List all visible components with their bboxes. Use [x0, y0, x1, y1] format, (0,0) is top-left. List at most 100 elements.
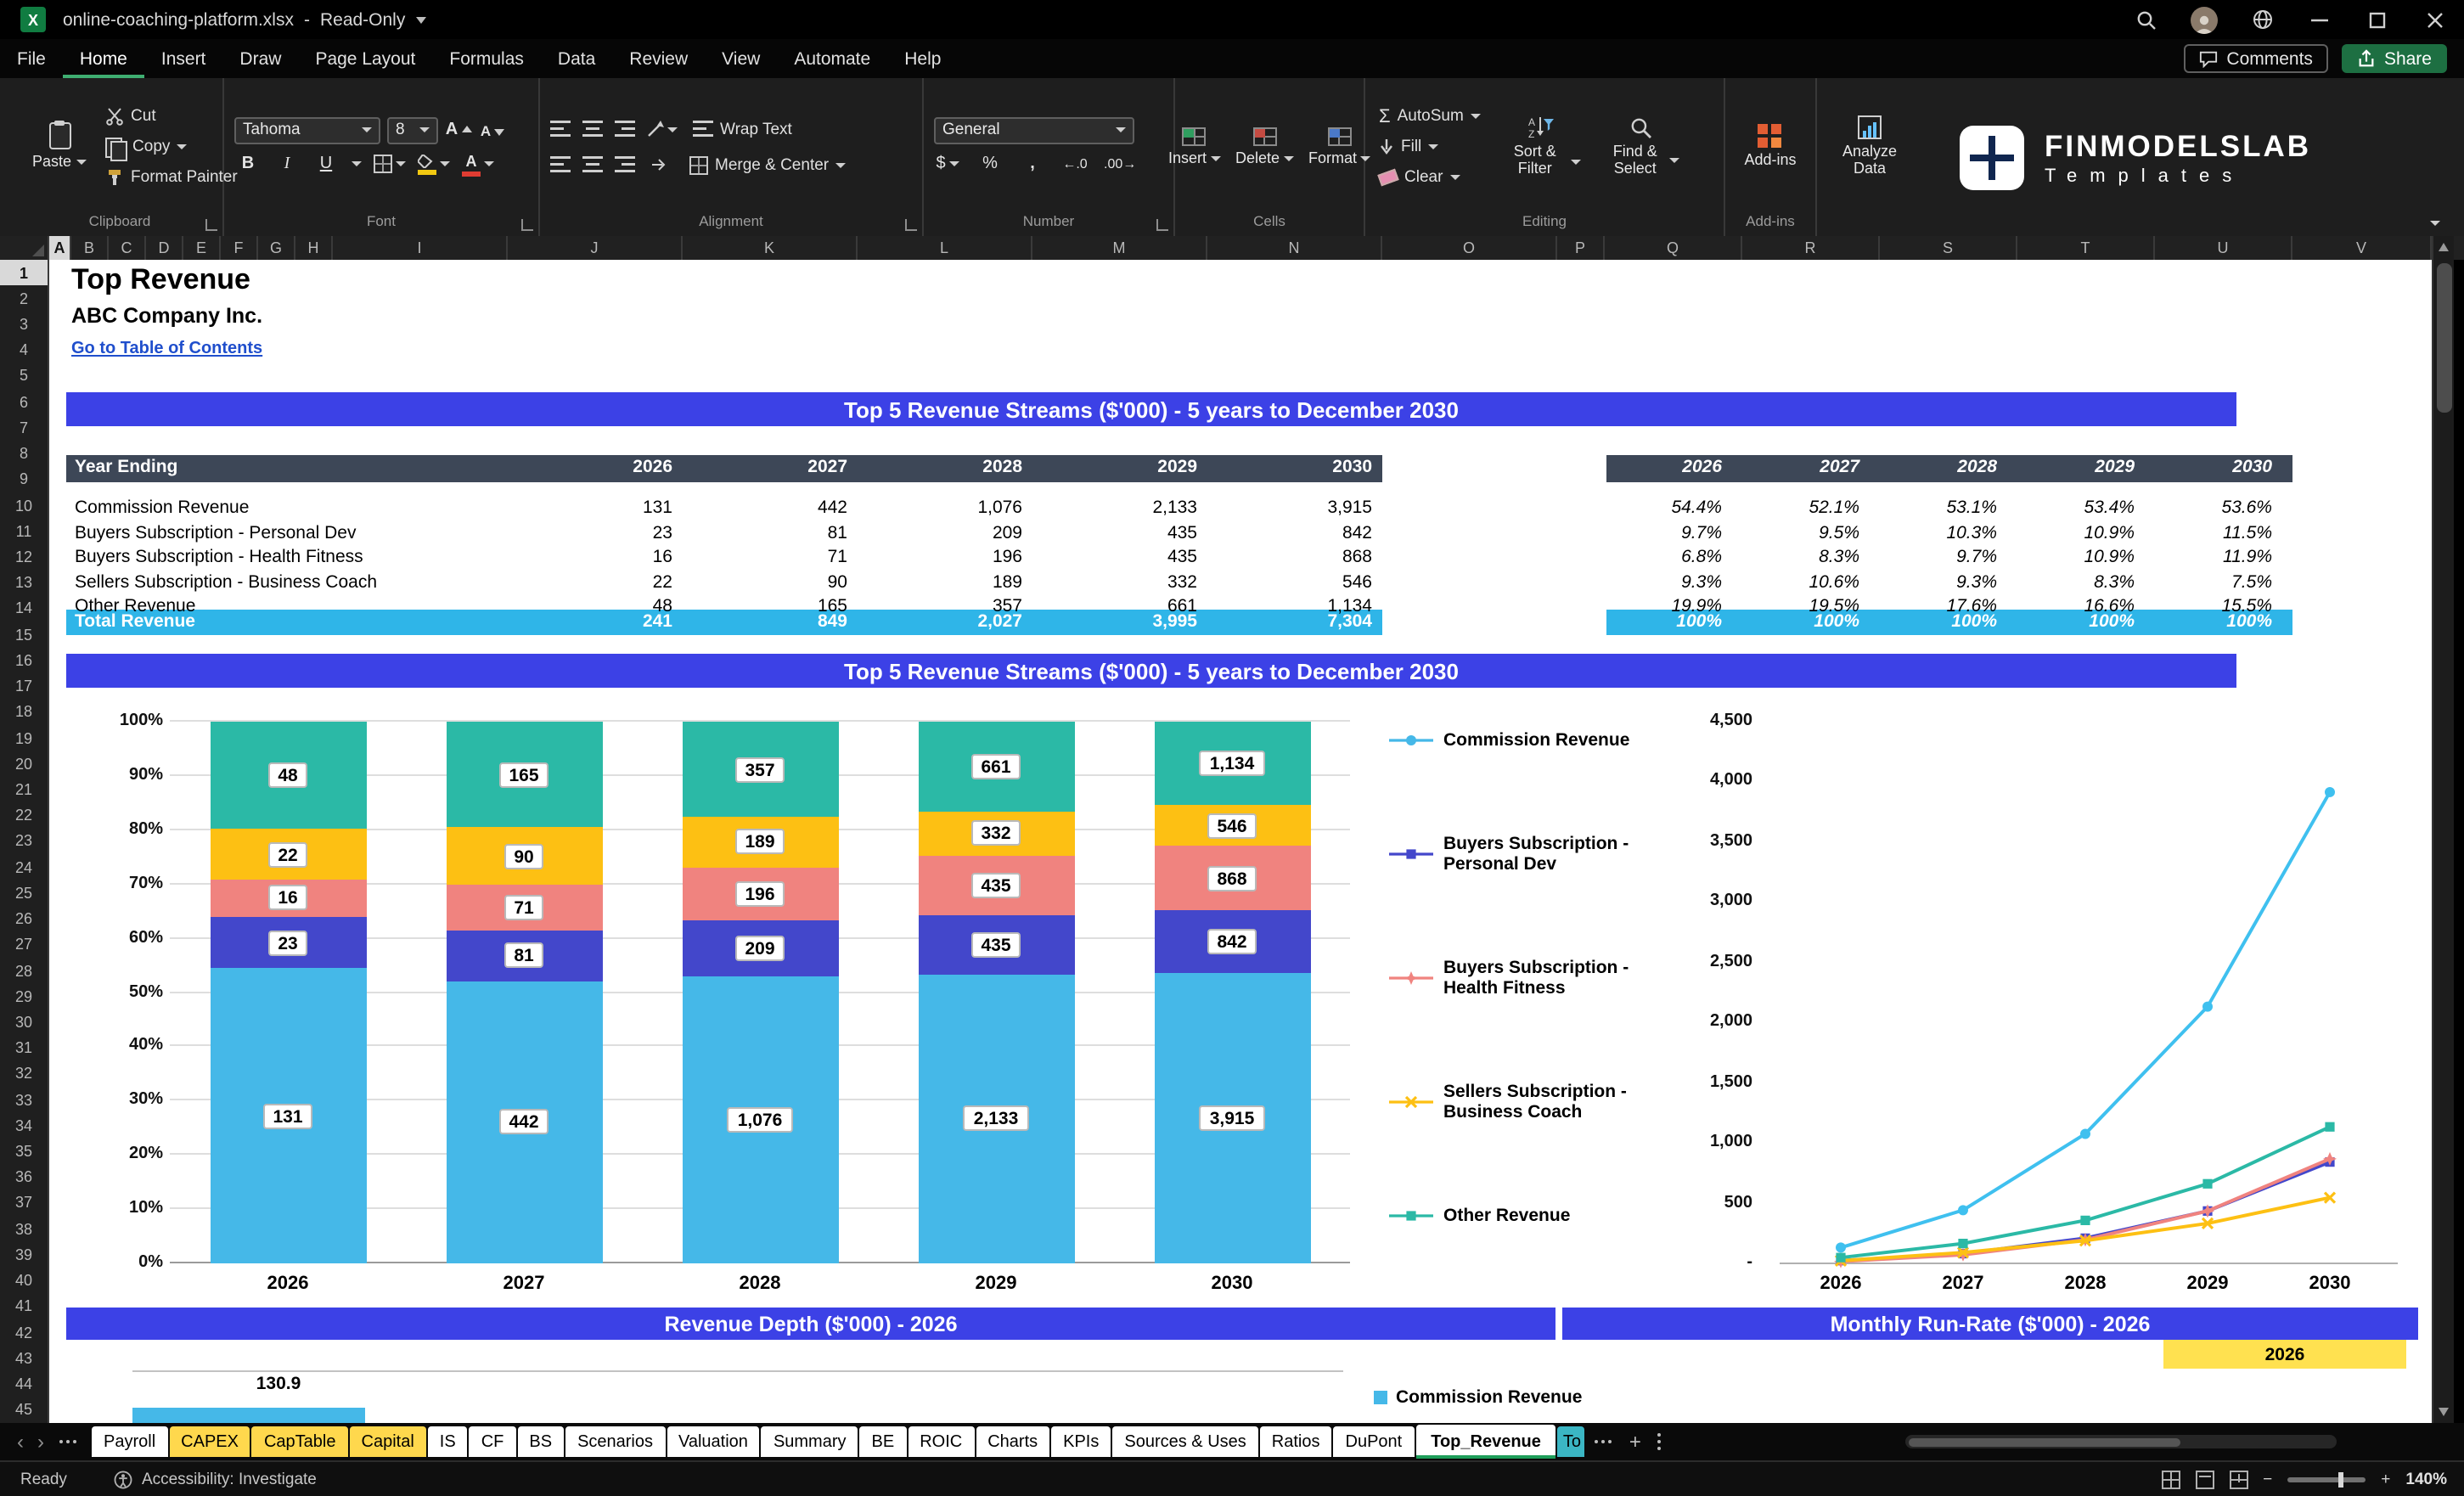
clear-button[interactable]: Clear — [1375, 163, 1484, 192]
column-header-A[interactable]: A — [49, 236, 71, 260]
revenue-value[interactable]: 868 — [1253, 547, 1372, 567]
row-header-5[interactable]: 5 — [0, 363, 48, 389]
pct-year-header[interactable]: 2027 — [1741, 457, 1859, 477]
font-size-combo[interactable]: 8 — [387, 116, 438, 143]
pct-value[interactable]: 19.9% — [1603, 596, 1722, 616]
new-sheet-button[interactable]: + — [1621, 1430, 1650, 1454]
row-header-17[interactable]: 17 — [0, 673, 48, 699]
row-header-23[interactable]: 23 — [0, 829, 48, 854]
analyze-data-button[interactable]: Analyze Data — [1827, 112, 1912, 182]
align-right-icon[interactable] — [615, 156, 635, 173]
revenue-value[interactable]: 442 — [729, 498, 847, 518]
pct-table-header[interactable]: 2026 2027 2028 2029 2030 — [1606, 455, 2292, 481]
sheet-title[interactable]: Top Revenue — [71, 263, 250, 297]
horizontal-scroll-thumb[interactable] — [1909, 1437, 2180, 1446]
column-header-B[interactable]: B — [71, 236, 109, 260]
row-header-6[interactable]: 6 — [0, 389, 48, 414]
percent-style-button[interactable]: % — [976, 150, 1004, 177]
column-header-K[interactable]: K — [683, 236, 858, 260]
revenue-value[interactable]: 189 — [903, 572, 1022, 593]
close-button[interactable] — [2406, 0, 2464, 39]
pct-value[interactable]: 53.4% — [2016, 498, 2135, 518]
sheet-tab-ratios[interactable]: Ratios — [1259, 1426, 1332, 1457]
copy-button[interactable]: Copy — [102, 132, 241, 161]
revenue-value[interactable]: 2,133 — [1078, 498, 1197, 518]
row-header-35[interactable]: 35 — [0, 1139, 48, 1164]
depth-banner[interactable]: Revenue Depth ($'000) - 2026 — [66, 1308, 1555, 1340]
ribbon-tab-file[interactable]: File — [0, 39, 63, 78]
ribbon-tab-help[interactable]: Help — [887, 39, 958, 78]
zoom-out-icon[interactable]: − — [2263, 1470, 2272, 1488]
sheet-tab-capex[interactable]: CAPEX — [169, 1426, 250, 1457]
number-format-combo[interactable]: General — [934, 116, 1134, 143]
sheet-tab-top-revenue[interactable]: Top_Revenue — [1415, 1425, 1556, 1459]
globe-icon[interactable] — [2233, 0, 2291, 39]
row-header-7[interactable]: 7 — [0, 415, 48, 441]
font-name-combo[interactable]: Tahoma — [234, 116, 380, 143]
chart-banner[interactable]: Top 5 Revenue Streams ($'000) - 5 years … — [66, 654, 2236, 688]
row-header-37[interactable]: 37 — [0, 1190, 48, 1216]
pct-year-header[interactable]: 2026 — [1603, 457, 1722, 477]
revenue-row[interactable]: Other Revenue 48 165 357 661 1,134 — [66, 594, 1382, 619]
sheet-tab-roic[interactable]: ROIC — [908, 1426, 975, 1457]
bold-button[interactable]: B — [234, 150, 262, 177]
revenue-value[interactable]: 357 — [903, 596, 1022, 616]
column-header-O[interactable]: O — [1382, 236, 1557, 260]
column-header-U[interactable]: U — [2155, 236, 2292, 260]
pct-year-header[interactable]: 2030 — [2153, 457, 2272, 477]
borders-button[interactable] — [374, 150, 406, 177]
revenue-value[interactable]: 435 — [1078, 523, 1197, 543]
sheet-tab-is[interactable]: IS — [427, 1426, 468, 1457]
pct-year-header[interactable]: 2029 — [2016, 457, 2135, 477]
revenue-value[interactable]: 435 — [1078, 547, 1197, 567]
pct-year-header[interactable]: 2028 — [1878, 457, 1997, 477]
clipboard-dialog-launcher[interactable] — [205, 219, 217, 231]
fill-color-button[interactable] — [418, 150, 450, 177]
pct-value[interactable]: 10.9% — [2016, 547, 2135, 567]
align-top-icon[interactable] — [550, 121, 571, 138]
sheet-tab-scenarios[interactable]: Scenarios — [565, 1426, 665, 1457]
runrate-year-cell[interactable]: 2026 — [2163, 1340, 2406, 1369]
ribbon-tab-data[interactable]: Data — [541, 39, 612, 78]
comments-button[interactable]: Comments — [2184, 44, 2328, 73]
row-header-44[interactable]: 44 — [0, 1371, 48, 1397]
title-chevron-icon[interactable] — [415, 16, 426, 23]
revenue-row[interactable]: Sellers Subscription - Business Coach 22 9… — [66, 571, 1382, 595]
column-header-H[interactable]: H — [295, 236, 333, 260]
pct-value[interactable]: 19.5% — [1741, 596, 1859, 616]
year-header[interactable]: 2028 — [903, 457, 1022, 477]
sheet-tab-dupont[interactable]: DuPont — [1333, 1426, 1415, 1457]
row-header-11[interactable]: 11 — [0, 518, 48, 543]
revenue-value[interactable]: 842 — [1253, 523, 1372, 543]
column-header-P[interactable]: P — [1557, 236, 1605, 260]
pct-value[interactable]: 10.6% — [1741, 572, 1859, 593]
pct-value[interactable]: 10.3% — [1878, 523, 1997, 543]
page-break-view-icon[interactable] — [2229, 1470, 2248, 1488]
revenue-banner-top[interactable]: Top 5 Revenue Streams ($'000) - 5 years … — [66, 392, 2236, 426]
pct-value[interactable]: 17.6% — [1878, 596, 1997, 616]
row-header-16[interactable]: 16 — [0, 648, 48, 673]
sheet-tab-kpis[interactable]: KPIs — [1051, 1426, 1111, 1457]
minimize-button[interactable] — [2291, 0, 2349, 39]
increase-decimal-button[interactable]: ←.0 — [1061, 150, 1089, 177]
row-header-30[interactable]: 30 — [0, 1010, 48, 1035]
sort-filter-button[interactable]: AZ Sort & Filter — [1498, 112, 1586, 182]
revenue-value[interactable]: 23 — [554, 523, 672, 543]
column-header-C[interactable]: C — [109, 236, 146, 260]
revenue-row[interactable]: Commission Revenue 131 442 1,076 2,133 3,915 — [66, 496, 1382, 520]
align-center-icon[interactable] — [582, 156, 603, 173]
row-header-26[interactable]: 26 — [0, 906, 48, 931]
indent-icon[interactable] — [647, 151, 674, 178]
column-header-R[interactable]: R — [1742, 236, 1880, 260]
column-header-Q[interactable]: Q — [1605, 236, 1742, 260]
sheet-tab-captable[interactable]: CapTable — [251, 1426, 348, 1457]
line-chart[interactable] — [1766, 713, 2411, 1299]
tab-scroll-left-icon[interactable]: ‹ — [10, 1430, 31, 1454]
runrate-banner[interactable]: Monthly Run-Rate ($'000) - 2026 — [1562, 1308, 2418, 1340]
alignment-dialog-launcher[interactable] — [905, 219, 917, 231]
horizontal-scrollbar[interactable] — [1905, 1435, 2337, 1448]
search-icon[interactable] — [2118, 0, 2175, 39]
pct-value[interactable]: 11.5% — [2153, 523, 2272, 543]
select-all-corner[interactable] — [0, 236, 49, 260]
excel-app-icon[interactable]: X — [20, 7, 46, 32]
